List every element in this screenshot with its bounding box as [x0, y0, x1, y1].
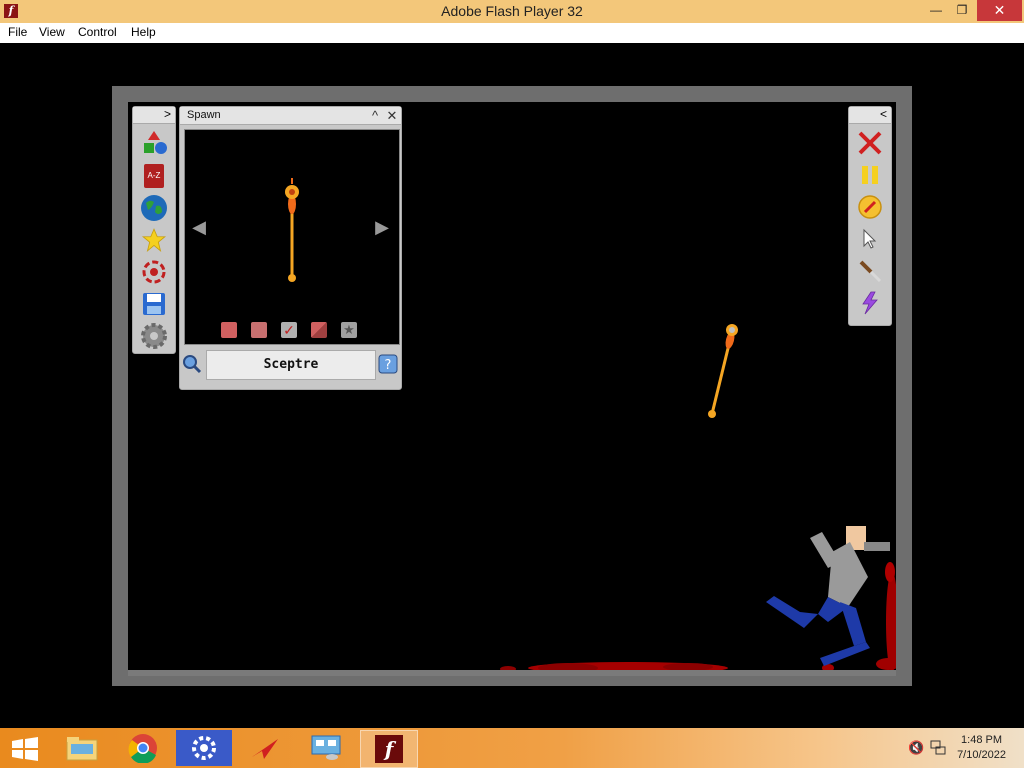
collapse-panel-button[interactable]: ^ — [367, 107, 383, 124]
clock-time: 1:48 PM — [961, 734, 1003, 746]
spawn-options: ✓ ★ — [221, 322, 371, 340]
menu-control[interactable]: Control — [78, 25, 117, 39]
network-app-icon[interactable] — [298, 730, 354, 766]
star-icon[interactable] — [139, 226, 169, 254]
network-icon[interactable] — [930, 740, 946, 756]
start-button[interactable] — [8, 736, 42, 762]
menu-help[interactable]: Help — [131, 25, 156, 39]
close-button[interactable]: ✕ — [977, 0, 1022, 21]
delete-icon[interactable] — [855, 129, 885, 157]
sceptre-preview-icon — [285, 178, 299, 282]
help-icon[interactable]: ? — [378, 354, 398, 374]
selected-item-name[interactable]: Sceptre — [206, 350, 376, 380]
compass-icon[interactable] — [855, 193, 885, 221]
clock-date: 7/10/2022 — [957, 749, 1006, 761]
flip-horizontal-icon[interactable] — [221, 322, 237, 338]
settings-icon[interactable] — [176, 730, 232, 766]
system-tray: 🔇 1:48 PM 7/10/2022 — [884, 728, 1024, 768]
svg-text:?: ? — [385, 358, 392, 373]
window-title: Adobe Flash Player 32 — [441, 3, 583, 19]
right-toolbar-collapse[interactable]: < — [849, 107, 891, 124]
menu-bar: File View Control Help — [0, 23, 1024, 43]
taskbar: f 🔇 1:48 PM 7/10/2022 — [0, 728, 1024, 768]
gear-icon[interactable] — [139, 322, 169, 350]
close-panel-button[interactable]: ✕ — [384, 107, 400, 124]
speaker-muted-icon[interactable]: 🔇 — [908, 740, 924, 756]
ragdoll-character[interactable] — [766, 526, 890, 666]
check-icon[interactable]: ✓ — [281, 322, 297, 338]
spawn-preview: ◀ ▶ ✓ ★ — [184, 129, 400, 345]
swap-icon[interactable] — [251, 322, 267, 338]
lightning-icon[interactable] — [855, 289, 885, 317]
world-icon[interactable] — [139, 194, 169, 222]
adobe-app-icon[interactable] — [237, 730, 293, 766]
a-z-icon[interactable]: A-Z — [139, 162, 169, 190]
menu-file[interactable]: File — [8, 25, 27, 39]
spawn-panel: Spawn ^ ✕ ◀ ▶ ✓ ★ Sceptre ? — [179, 106, 402, 390]
restore-button[interactable]: ❐ — [951, 0, 973, 21]
sceptre-object[interactable] — [708, 324, 738, 418]
shapes-icon[interactable] — [139, 129, 169, 157]
stage-floor — [128, 670, 896, 676]
target-icon[interactable] — [139, 258, 169, 286]
chrome-icon[interactable] — [115, 730, 171, 766]
flash-player-icon: f — [375, 735, 403, 763]
a-z-label: A-Z — [144, 164, 164, 188]
minimize-button[interactable]: — — [925, 0, 947, 21]
save-icon[interactable] — [139, 290, 169, 318]
title-bar: f Adobe Flash Player 32 — ❐ ✕ — [0, 0, 1024, 23]
knife-icon[interactable] — [855, 257, 885, 285]
star-badge-icon[interactable]: ★ — [341, 322, 357, 338]
menu-view[interactable]: View — [39, 25, 65, 39]
file-explorer-icon[interactable] — [54, 730, 110, 766]
pointer-icon[interactable] — [855, 225, 885, 253]
previous-item-button[interactable]: ◀ — [191, 218, 207, 236]
diagonal-icon[interactable] — [311, 322, 327, 338]
spawn-panel-title: Spawn — [187, 109, 221, 121]
flash-player-taskbar-button[interactable]: f — [360, 730, 418, 768]
next-item-button[interactable]: ▶ — [374, 218, 390, 236]
right-toolbar: < — [848, 106, 892, 326]
search-icon[interactable] — [182, 354, 202, 374]
left-toolbar: > A-Z — [132, 106, 176, 354]
spawn-panel-header: Spawn ^ ✕ — [180, 107, 401, 125]
clock[interactable]: 1:48 PM 7/10/2022 — [957, 733, 1006, 763]
left-toolbar-collapse[interactable]: > — [133, 107, 175, 124]
spawn-search-row: Sceptre ? — [180, 350, 401, 382]
pause-icon[interactable] — [855, 161, 885, 189]
